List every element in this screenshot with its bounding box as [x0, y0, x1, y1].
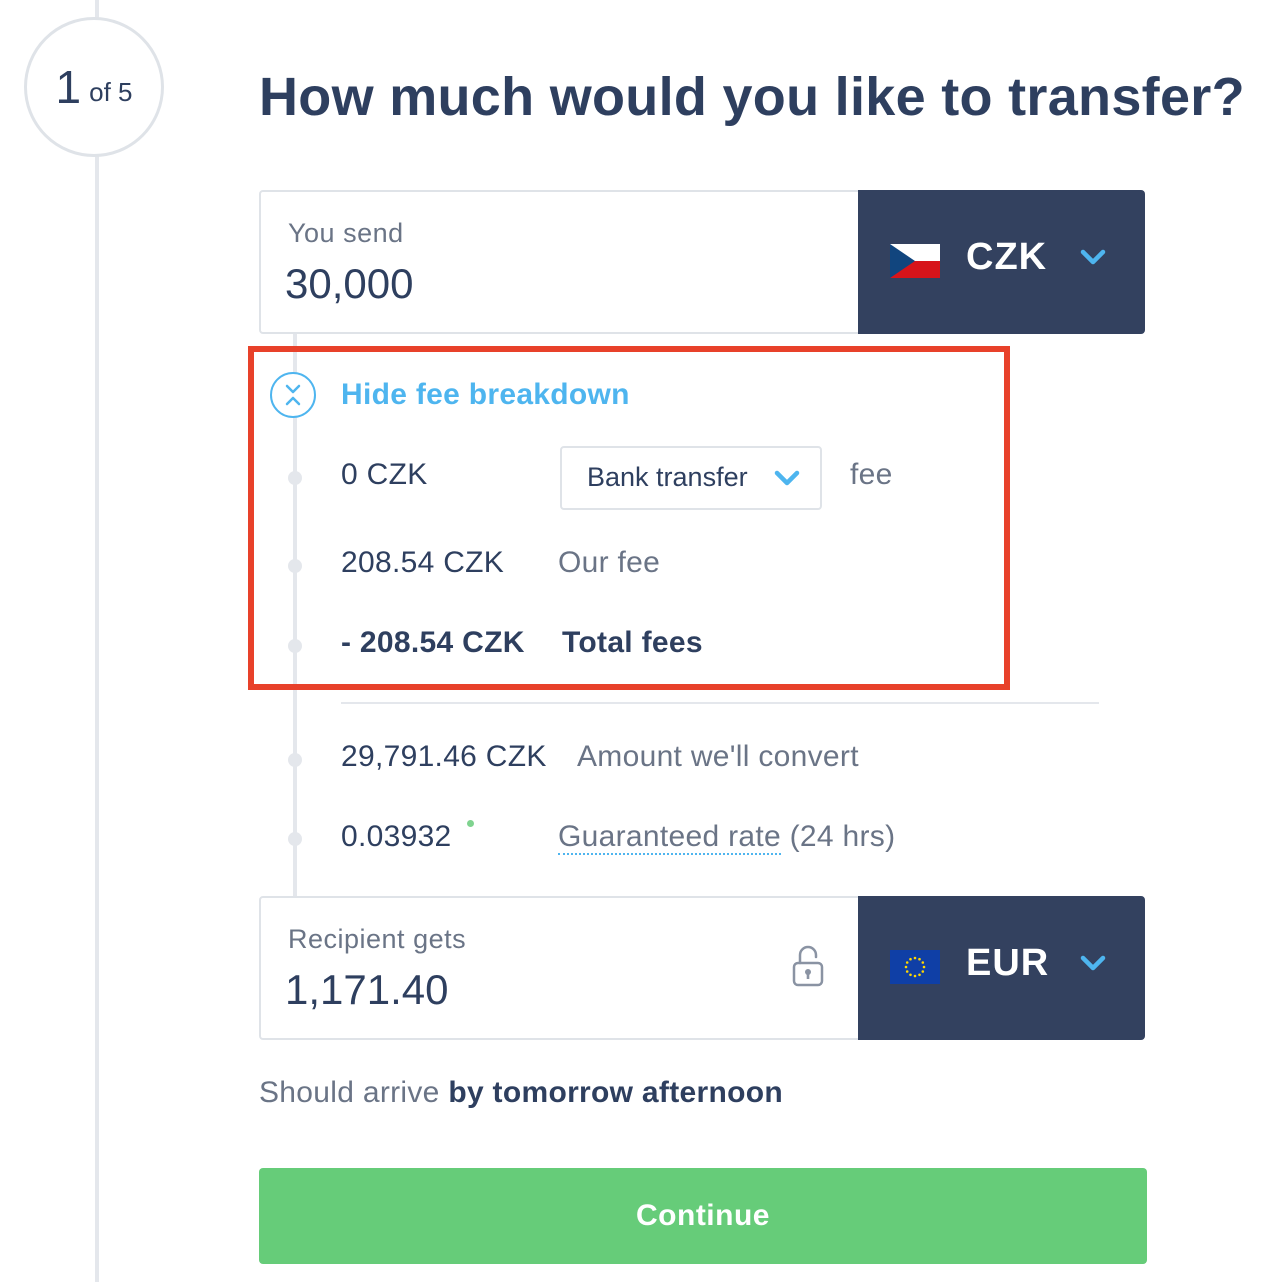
hide-fee-breakdown-button[interactable]: Hide fee breakdown — [270, 372, 630, 418]
step-total: of 5 — [89, 76, 133, 107]
send-amount-field[interactable]: You send 30,000 CZK — [259, 190, 1145, 334]
guaranteed-rate-link[interactable]: Guaranteed rate — [558, 820, 781, 855]
flag-cz-icon — [890, 244, 940, 278]
receive-amount-input[interactable]: 1,171.40 — [285, 966, 449, 1014]
collapse-icon — [270, 372, 316, 418]
step-indicator: 1 of 5 — [24, 17, 164, 157]
receive-currency-selector[interactable]: EUR — [858, 896, 1145, 1040]
continue-label: Continue — [636, 1199, 770, 1232]
rate-duration: (24 hrs) — [789, 820, 896, 853]
payment-method-select[interactable]: Bank transfer — [560, 446, 822, 510]
our-fee-amount: 208.54 CZK — [341, 546, 505, 579]
payment-fee-suffix: fee — [850, 458, 893, 491]
arrival-estimate: Should arrive by tomorrow afternoon — [259, 1076, 783, 1110]
send-amount-input[interactable]: 30,000 — [285, 260, 413, 308]
receive-currency-code: EUR — [966, 942, 1050, 984]
receive-amount-field[interactable]: Recipient gets 1,171.40 EUR — [259, 896, 1145, 1040]
chevron-down-icon — [1080, 249, 1106, 265]
timeline-dot — [288, 832, 302, 846]
send-currency-selector[interactable]: CZK — [858, 190, 1145, 334]
convert-label: Amount we'll convert — [577, 740, 859, 773]
chevron-down-icon — [774, 470, 800, 486]
unlock-icon[interactable] — [791, 944, 825, 988]
exchange-rate-value: 0.03932 — [341, 820, 452, 853]
timeline-dot — [288, 753, 302, 767]
convert-amount: 29,791.46 CZK — [341, 740, 547, 773]
hide-fee-breakdown-label: Hide fee breakdown — [341, 378, 630, 411]
step-progress-line — [95, 0, 99, 1282]
step-current: 1 — [55, 61, 82, 113]
total-fees-amount: - 208.54 CZK — [341, 626, 525, 659]
chevron-down-icon — [1080, 955, 1106, 971]
live-rate-indicator — [467, 820, 474, 827]
our-fee-label: Our fee — [558, 546, 661, 579]
send-currency-code: CZK — [966, 236, 1048, 278]
flag-eu-icon — [890, 950, 940, 984]
payment-method-value: Bank transfer — [587, 462, 748, 492]
rate-info: Guaranteed rate (24 hrs) — [558, 820, 896, 855]
page-title: How much would you like to transfer? — [259, 67, 1245, 127]
send-amount-label: You send — [288, 218, 404, 248]
continue-button[interactable]: Continue — [259, 1168, 1147, 1264]
arrival-prefix: Should arrive — [259, 1076, 440, 1109]
arrival-time: by tomorrow afternoon — [448, 1076, 783, 1109]
breakdown-divider — [341, 702, 1099, 704]
total-fees-label: Total fees — [562, 626, 703, 659]
payment-fee-amount: 0 CZK — [341, 458, 428, 491]
receive-amount-label: Recipient gets — [288, 924, 467, 954]
